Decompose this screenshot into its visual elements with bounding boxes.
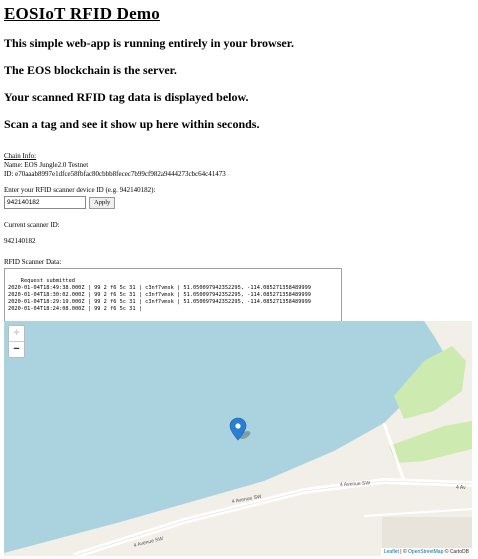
device-id-input[interactable]: [4, 196, 86, 209]
zoom-control: + −: [8, 325, 25, 358]
attribution-tail: © CartoDB: [443, 549, 469, 555]
apply-button[interactable]: Apply: [89, 196, 116, 209]
chain-info-title: Chain Info:: [4, 152, 37, 160]
map-tiles: 4 Avenue SW 4 Avenue SW 4 Avenue SW 4 Av: [4, 321, 472, 556]
intro-line-1: This simple web-app is running entirely …: [4, 36, 294, 50]
leaflet-link[interactable]: Leaflet: [384, 549, 399, 555]
chain-name: Name: EOS Jungle2.0 Testnet: [4, 161, 89, 169]
device-id-label: Enter your RFID scanner device ID (e.g. …: [4, 186, 156, 194]
current-scanner-value: 942140182: [4, 237, 36, 245]
zoom-in-button[interactable]: +: [9, 326, 24, 342]
map[interactable]: 4 Avenue SW 4 Avenue SW 4 Avenue SW 4 Av…: [4, 321, 472, 556]
intro-line-3: Your scanned RFID tag data is displayed …: [4, 90, 249, 104]
map-marker-icon[interactable]: [229, 417, 252, 441]
chain-info: Chain Info: Name: EOS Jungle2.0 Testnet …: [4, 152, 474, 179]
intro-line-4: Scan a tag and see it show up here withi…: [4, 117, 260, 131]
street-label-4: 4 Av: [456, 485, 466, 491]
page: EOSIoT RFID Demo This simple web-app is …: [0, 4, 478, 342]
device-section: Enter your RFID scanner device ID (e.g. …: [4, 186, 474, 209]
rfid-data-label: RFID Scanner Data:: [4, 258, 62, 266]
page-title: EOSIoT RFID Demo: [4, 4, 160, 23]
attribution-sep: | ©: [398, 549, 409, 555]
zoom-out-button[interactable]: −: [9, 342, 24, 357]
current-scanner-label: Current scanner ID:: [4, 221, 60, 229]
intro-line-2: The EOS blockchain is the server.: [4, 63, 177, 77]
chain-id: ID: e70aaab8997e1dfce58fbfac80cbbb8fecec…: [4, 170, 226, 178]
osm-link[interactable]: OpenStreetMap: [408, 549, 443, 555]
rfid-log-text: Request submitted 2020-01-04T18:49:38.00…: [8, 278, 311, 312]
